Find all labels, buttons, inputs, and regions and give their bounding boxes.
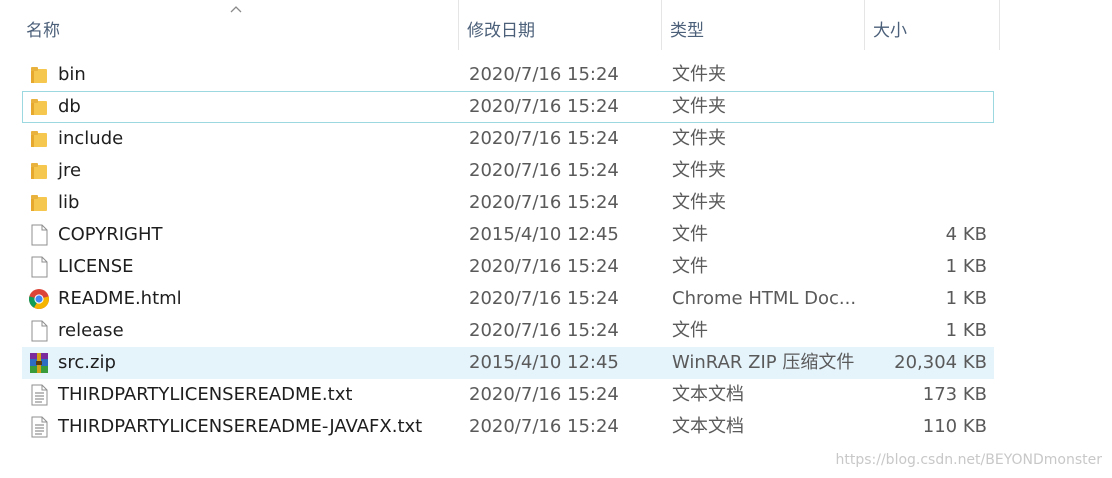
file-row-bin[interactable]: bin 2020/7/16 15:24 文件夹 [22,59,994,91]
file-type: 文本文档 [672,416,744,437]
file-name: LICENSE [58,256,134,277]
file-date: 2020/7/16 15:24 [469,192,619,213]
column-header-size[interactable]: 大小 [865,0,1000,50]
file-row-include[interactable]: include 2020/7/16 15:24 文件夹 [22,123,994,155]
folder-icon [28,192,50,214]
file-size: 173 KB [922,384,987,405]
file-size: 4 KB [945,224,987,245]
winrar-icon [28,352,50,374]
file-type: 文件 [672,224,708,245]
file-name: lib [58,192,80,213]
file-icon [28,256,50,278]
file-row-src-zip[interactable]: src.zip 2015/4/10 12:45 WinRAR ZIP 压缩文件 20,… [22,347,994,379]
file-date: 2020/7/16 15:24 [469,96,619,117]
file-row-lib[interactable]: lib 2020/7/16 15:24 文件夹 [22,187,994,219]
text-file-icon [28,416,50,438]
file-row-jre[interactable]: jre 2020/7/16 15:24 文件夹 [22,155,994,187]
file-icon [28,320,50,342]
file-type: 文件夹 [672,192,726,213]
file-date: 2015/4/10 12:45 [469,224,619,245]
file-date: 2020/7/16 15:24 [469,256,619,277]
column-header-date[interactable]: 修改日期 [459,0,662,50]
watermark: https://blog.csdn.net/BEYONDmonster [835,452,1103,468]
file-row-license[interactable]: LICENSE 2020/7/16 15:24 文件 1 KB [22,251,994,283]
file-row-readme-html[interactable]: README.html 2020/7/16 15:24 Chrome HTML Do… [22,283,994,315]
file-size: 1 KB [945,288,987,309]
file-type: 文件夹 [672,96,726,117]
folder-icon [28,128,50,150]
file-type: 文件夹 [672,128,726,149]
file-size: 110 KB [922,416,987,437]
folder-icon [28,160,50,182]
file-name: bin [58,64,86,85]
file-icon [28,224,50,246]
file-date: 2020/7/16 15:24 [469,416,619,437]
file-type: Chrome HTML Doc... [672,288,857,309]
file-date: 2020/7/16 15:24 [469,384,619,405]
file-size: 1 KB [945,256,987,277]
file-date: 2020/7/16 15:24 [469,160,619,181]
file-row-copyright[interactable]: COPYRIGHT 2015/4/10 12:45 文件 4 KB [22,219,994,251]
chrome-icon [28,288,50,310]
file-name: src.zip [58,352,116,373]
file-size: 1 KB [945,320,987,341]
file-type: 文件夹 [672,160,726,181]
file-size: 20,304 KB [894,352,987,373]
file-type: 文件 [672,320,708,341]
text-file-icon [28,384,50,406]
file-name: THIRDPARTYLICENSEREADME-JAVAFX.txt [58,416,423,437]
file-row-release[interactable]: release 2020/7/16 15:24 文件 1 KB [22,315,994,347]
file-name: README.html [58,288,182,309]
file-date: 2015/4/10 12:45 [469,352,619,373]
file-name: release [58,320,124,341]
folder-icon [28,96,50,118]
file-date: 2020/7/16 15:24 [469,320,619,341]
file-date: 2020/7/16 15:24 [469,128,619,149]
column-header-type[interactable]: 类型 [662,0,865,50]
column-header: 名称 修改日期 类型 大小 [0,0,1112,50]
file-row-thirdpartylicensereadme-javafx-txt[interactable]: THIRDPARTYLICENSEREADME-JAVAFX.txt 2020/7… [22,411,994,443]
file-name: THIRDPARTYLICENSEREADME.txt [58,384,353,405]
file-name: COPYRIGHT [58,224,163,245]
file-type: WinRAR ZIP 压缩文件 [672,352,855,373]
file-date: 2020/7/16 15:24 [469,288,619,309]
file-date: 2020/7/16 15:24 [469,64,619,85]
folder-icon [28,64,50,86]
file-name: include [58,128,124,149]
column-header-name[interactable]: 名称 [18,0,459,50]
file-name: jre [58,160,82,181]
file-row-thirdpartylicensereadme-txt[interactable]: THIRDPARTYLICENSEREADME.txt 2020/7/16 15:… [22,379,994,411]
file-type: 文件夹 [672,64,726,85]
file-type: 文件 [672,256,708,277]
file-row-db[interactable]: db 2020/7/16 15:24 文件夹 [22,91,994,123]
file-type: 文本文档 [672,384,744,405]
file-name: db [58,96,81,117]
